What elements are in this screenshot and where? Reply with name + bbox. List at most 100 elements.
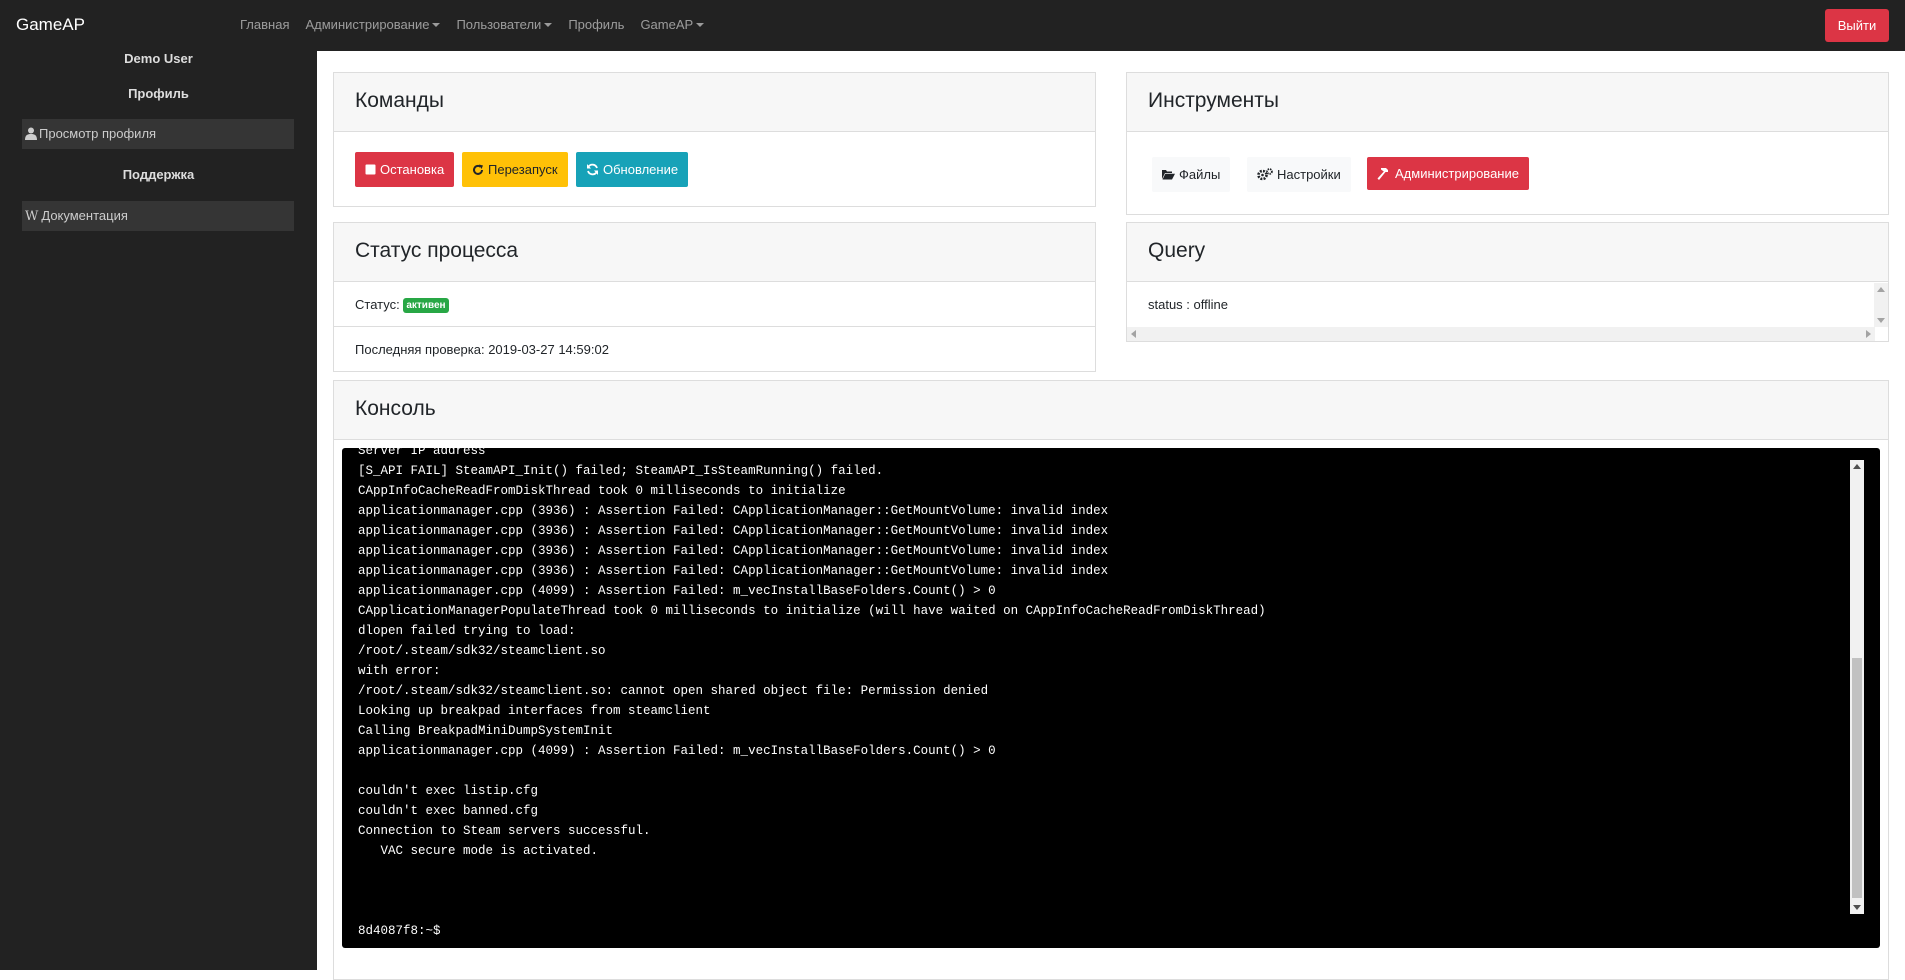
console-scrollbar-thumb[interactable] [1852, 658, 1862, 898]
restart-button[interactable]: Перезапуск [462, 152, 568, 187]
scroll-up-arrow-icon [1877, 287, 1885, 292]
settings-button[interactable]: Настройки [1247, 157, 1351, 192]
console-line: applicationmanager.cpp (3936) : Assertio… [358, 524, 1109, 538]
status-card-header: Статус процесса [334, 223, 1095, 282]
last-check-text: Последняя проверка: 2019-03-27 14:59:02 [355, 342, 609, 357]
gears-icon [1257, 168, 1273, 181]
sidebar-item-docs[interactable]: W Документация [22, 201, 294, 231]
console-line: couldn't exec listip.cfg [358, 784, 539, 798]
console-prompt[interactable]: 8d4087f8:~$ [358, 924, 441, 938]
update-button-label: Обновление [603, 162, 679, 177]
query-card-header: Query [1127, 223, 1888, 282]
nav-link-administration-label: Администрирование [305, 17, 430, 32]
files-button[interactable]: Файлы [1152, 157, 1231, 192]
sidebar: Demo User Профиль Просмотр профиля Подде… [0, 51, 317, 970]
scroll-down-arrow-icon [1877, 318, 1885, 323]
commands-title: Команды [355, 89, 444, 112]
console-line: Connection to Steam servers successful. [358, 824, 651, 838]
console-card-header: Консоль [334, 381, 1888, 440]
wikipedia-w-icon: W [25, 209, 39, 224]
settings-button-label: Настройки [1277, 167, 1341, 182]
brand-logo[interactable]: GameAP [16, 15, 85, 35]
nav-link-users[interactable]: Пользователи [456, 17, 553, 32]
logout-button[interactable]: Выйти [1825, 9, 1889, 42]
stop-button[interactable]: Остановка [355, 152, 455, 187]
top-navbar: GameAP Главная Администрирование Пользов… [0, 0, 1905, 51]
console-line: Looking up breakpad interfaces from stea… [358, 704, 711, 718]
console-line: Calling BreakpadMiniDumpSystemInit [358, 724, 614, 738]
nav-link-administration[interactable]: Администрирование [305, 17, 441, 32]
console-line: applicationmanager.cpp (3936) : Assertio… [358, 544, 1109, 558]
restart-button-label: Перезапуск [488, 162, 558, 177]
query-card: Query status : offline [1126, 222, 1889, 342]
status-row: Статус: активен [334, 282, 1095, 327]
last-check-row: Последняя проверка: 2019-03-27 14:59:02 [334, 328, 1095, 372]
status-label: Статус: [355, 297, 400, 312]
console-line: with error: [358, 664, 441, 678]
commands-card: Команды Остановка Перезапуск Обновление [333, 72, 1096, 207]
sidebar-item-view-profile-label: Просмотр профиля [39, 126, 157, 141]
sidebar-item-docs-label: Документация [41, 208, 128, 223]
query-content: status : offline [1127, 282, 1888, 327]
commands-card-header: Команды [334, 73, 1095, 132]
console-line: applicationmanager.cpp (3936) : Assertio… [358, 504, 1109, 518]
tools-card-header: Инструменты [1127, 73, 1888, 132]
console-line: CApplicationManagerPopulateThread took 0… [358, 604, 1266, 618]
console-line: applicationmanager.cpp (4099) : Assertio… [358, 744, 996, 758]
nav-link-home-label: Главная [240, 17, 290, 32]
console-scrollbar[interactable] [1850, 460, 1864, 914]
sidebar-user-name: Demo User [124, 51, 193, 66]
console-output[interactable]: Server IP address [S_API FAIL] SteamAPI_… [342, 448, 1880, 948]
sidebar-heading-profile: Профиль [128, 86, 189, 101]
scroll-down-arrow-icon [1853, 905, 1861, 910]
console-line: dlopen failed trying to load: [358, 624, 576, 638]
console-line: Server IP address [358, 448, 486, 458]
console-line: /root/.steam/sdk32/steamclient.so: canno… [358, 684, 989, 698]
console-line: applicationmanager.cpp (4099) : Assertio… [358, 584, 996, 598]
update-button[interactable]: Обновление [576, 152, 689, 187]
process-status-card: Статус процесса Статус: активен Последня… [333, 222, 1096, 372]
stop-button-label: Остановка [380, 162, 445, 177]
query-horizontal-scrollbar[interactable] [1127, 327, 1875, 341]
console-lines: Server IP address [S_API FAIL] SteamAPI_… [358, 448, 1838, 928]
folder-open-icon [1162, 170, 1175, 180]
admin-button-label: Администрирование [1395, 166, 1519, 181]
tools-card: Инструменты Файлы Настройки Администриро… [1126, 72, 1889, 215]
nav-link-gameap[interactable]: GameAP [640, 17, 705, 32]
caret-down-icon [544, 23, 553, 27]
console-line: applicationmanager.cpp (3936) : Assertio… [358, 564, 1109, 578]
tools-title: Инструменты [1148, 89, 1279, 112]
hammer-icon [1377, 167, 1388, 180]
console-card: Консоль Server IP address [S_API FAIL] S… [333, 380, 1889, 980]
nav-link-users-label: Пользователи [456, 17, 542, 32]
sidebar-heading-support: Поддержка [122, 167, 195, 182]
admin-button[interactable]: Администрирование [1367, 157, 1529, 190]
scroll-right-arrow-icon [1866, 330, 1871, 338]
stop-icon [365, 164, 376, 175]
status-badge: активен [403, 298, 449, 313]
refresh-icon [587, 163, 598, 176]
sidebar-item-view-profile[interactable]: Просмотр профиля [22, 119, 294, 149]
console-line: CAppInfoCacheReadFromDiskThread took 0 m… [358, 484, 846, 498]
files-button-label: Файлы [1179, 167, 1221, 182]
nav-link-home[interactable]: Главная [240, 17, 289, 32]
nav-link-profile-label: Профиль [568, 17, 625, 32]
query-status-text: status : offline [1148, 297, 1228, 312]
scroll-left-arrow-icon [1131, 330, 1136, 338]
console-line: VAC secure mode is activated. [358, 844, 599, 858]
caret-down-icon [432, 23, 441, 27]
scroll-up-arrow-icon [1853, 464, 1861, 469]
redo-icon [473, 164, 483, 175]
console-line: couldn't exec banned.cfg [358, 804, 539, 818]
console-title: Консоль [355, 397, 436, 420]
nav-links: Главная Администрирование Пользователи П… [240, 17, 705, 32]
caret-down-icon [696, 23, 705, 27]
query-vertical-scrollbar[interactable] [1874, 283, 1888, 327]
query-title: Query [1148, 239, 1206, 262]
console-line: /root/.steam/sdk32/steamclient.so [358, 644, 606, 658]
user-icon [25, 127, 37, 140]
nav-link-gameap-label: GameAP [640, 17, 694, 32]
console-line: [S_API FAIL] SteamAPI_Init() failed; Ste… [358, 464, 884, 478]
nav-link-profile[interactable]: Профиль [568, 17, 624, 32]
status-title: Статус процесса [355, 239, 519, 262]
